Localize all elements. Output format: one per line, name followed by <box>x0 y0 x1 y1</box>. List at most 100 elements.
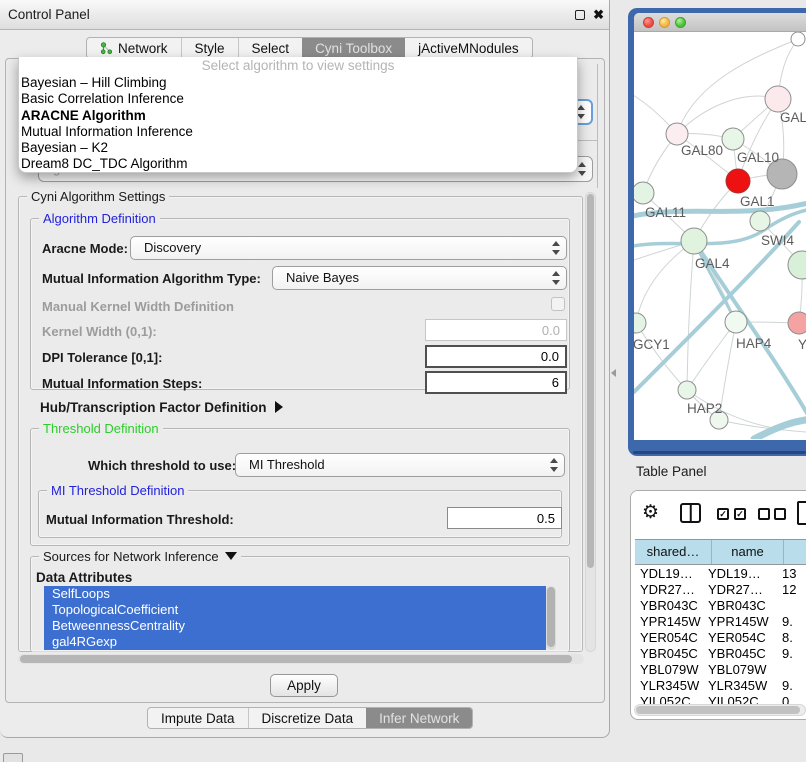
table-panel-title: Table Panel <box>636 464 707 479</box>
cell-shared: YDR27… <box>635 582 708 598</box>
combo-stepper-icon <box>578 162 587 176</box>
table-row[interactable]: YER054CYER054C8. <box>635 630 806 646</box>
node-gcy1[interactable] <box>634 313 646 333</box>
tab-style-label: Style <box>195 41 225 56</box>
manual-kernel-width-checkbox[interactable] <box>551 297 565 311</box>
gear-icon[interactable]: ⚙ <box>642 502 659 524</box>
network-window-titlebar[interactable] <box>634 13 806 32</box>
cell-name: YBL079W <box>708 662 782 678</box>
apply-button[interactable]: Apply <box>270 674 338 697</box>
label-gal10: GAL10 <box>737 150 779 165</box>
hub-tf-definition-expander[interactable]: Hub/Transcription Factor Definition <box>40 400 283 415</box>
hidden-group-border-fragment <box>597 64 598 188</box>
node-salmon[interactable] <box>788 312 806 334</box>
expand-right-icon <box>275 401 283 413</box>
tab-infer-network[interactable]: Infer Network <box>366 708 472 728</box>
node-hap2[interactable] <box>678 381 696 399</box>
scrollbar-thumb[interactable] <box>636 706 800 714</box>
select-all-checkbox-icon-2[interactable]: ✓ <box>734 508 746 520</box>
list-item-topologicalcoefficient[interactable]: TopologicalCoefficient <box>44 602 546 618</box>
close-icon[interactable]: ✖ <box>593 8 604 22</box>
cell-name: YPR145W <box>708 614 782 630</box>
dropdown-item-dream8[interactable]: Dream8 DC_TDC Algorithm <box>19 156 577 172</box>
node-hap4[interactable] <box>725 311 747 333</box>
cell-name: YDL19… <box>708 566 782 582</box>
sources-title[interactable]: Sources for Network Inference <box>39 549 241 564</box>
node-swi4[interactable] <box>750 211 770 231</box>
settings-vertical-scrollbar[interactable] <box>585 192 596 652</box>
tab-select[interactable]: Select <box>238 38 303 58</box>
cell-name: YLR345W <box>708 678 782 694</box>
tab-style[interactable]: Style <box>181 38 238 58</box>
list-item-gal4rgexp[interactable]: gal4RGexp <box>44 634 546 650</box>
kernel-width-input[interactable] <box>425 319 567 341</box>
table-horizontal-scrollbar[interactable] <box>634 704 806 716</box>
table-row[interactable]: YPR145WYPR145W9. <box>635 614 806 630</box>
settings-horizontal-scrollbar[interactable] <box>18 654 584 664</box>
list-item-selfloops[interactable]: SelfLoops <box>44 586 546 602</box>
float-window-icon[interactable] <box>575 10 585 20</box>
column-header-partial[interactable] <box>784 540 806 564</box>
mi-threshold-definition-title: MI Threshold Definition <box>47 483 188 498</box>
scrollbar-thumb[interactable] <box>547 587 555 647</box>
mi-algorithm-type-combo[interactable]: Naive Bayes <box>272 266 567 290</box>
dpi-tolerance-input[interactable] <box>425 345 567 368</box>
minimize-traffic-light-icon[interactable] <box>659 17 670 28</box>
tab-cyni-toolbox[interactable]: Cyni Toolbox <box>302 38 405 58</box>
table-row[interactable]: YBR043CYBR043C <box>635 598 806 614</box>
control-panel-window: Control Panel ✖ Network Style Select Cyn… <box>0 0 610 738</box>
sources-title-label: Sources for Network Inference <box>43 549 219 564</box>
aracne-mode-combo[interactable]: Discovery <box>130 236 567 260</box>
node-gal11[interactable] <box>634 182 654 204</box>
dropdown-item-basic-correlation[interactable]: Basic Correlation Inference <box>19 91 577 107</box>
tab-impute-data[interactable]: Impute Data <box>148 708 248 728</box>
node-gal1[interactable] <box>726 169 750 193</box>
node-top-partial[interactable] <box>791 32 805 46</box>
data-attributes-list: SelfLoops TopologicalCoefficient Between… <box>44 586 546 650</box>
columns-icon[interactable] <box>680 503 701 523</box>
dropdown-item-mutual-information[interactable]: Mutual Information Inference <box>19 124 577 140</box>
node-gal80[interactable] <box>666 123 688 145</box>
document-icon[interactable] <box>797 501 806 525</box>
data-attributes-label: Data Attributes <box>36 570 132 585</box>
table-row[interactable]: YDL19…YDL19…13 <box>635 566 806 582</box>
cell-value: 9. <box>782 614 806 630</box>
mi-threshold-input[interactable] <box>447 507 562 529</box>
list-item-betweennesscentrality[interactable]: BetweennessCentrality <box>44 618 546 634</box>
cell-value: 9. <box>782 678 806 694</box>
network-canvas[interactable]: GAL GAL80 GAL10 GAL1 GAL11 SWI4 GAL4 GCY… <box>634 32 806 439</box>
table-row[interactable]: YDR27…YDR27…12 <box>635 582 806 598</box>
node-gal2[interactable] <box>765 86 791 112</box>
dropdown-item-bayesian-k2[interactable]: Bayesian – K2 <box>19 140 577 156</box>
node-right-green[interactable] <box>788 251 806 279</box>
collapsed-panel-icon[interactable] <box>3 753 23 762</box>
network-icon <box>100 42 113 55</box>
which-threshold-value: MI Threshold <box>249 457 325 472</box>
deselect-checkbox-icon[interactable] <box>758 508 770 520</box>
scrollbar-thumb[interactable] <box>587 194 594 568</box>
node-gal4[interactable] <box>681 228 707 254</box>
node-gal10[interactable] <box>722 128 744 150</box>
column-header-shared-name[interactable]: shared… <box>635 540 712 564</box>
tab-jactivemnodules[interactable]: jActiveMNodules <box>405 38 532 58</box>
close-traffic-light-icon[interactable] <box>643 17 654 28</box>
mi-steps-input[interactable] <box>425 371 567 394</box>
which-threshold-combo[interactable]: MI Threshold <box>235 453 565 477</box>
table-row[interactable]: YBL079WYBL079W <box>635 662 806 678</box>
tab-discretize-data[interactable]: Discretize Data <box>248 708 367 728</box>
table-row[interactable]: YLR345WYLR345W9. <box>635 678 806 694</box>
mi-algorithm-type-value: Naive Bayes <box>286 270 359 285</box>
scrollbar-thumb[interactable] <box>20 655 572 663</box>
dropdown-item-aracne[interactable]: ARACNE Algorithm <box>19 108 577 124</box>
deselect-checkbox-icon-2[interactable] <box>774 508 786 520</box>
column-header-name[interactable]: name <box>712 540 784 564</box>
tab-network[interactable]: Network <box>87 38 181 58</box>
table-row[interactable]: YBR045CYBR045C9. <box>635 646 806 662</box>
label-gal4: GAL4 <box>695 256 730 271</box>
attributes-list-scrollbar[interactable] <box>546 586 556 650</box>
panel-divider-handle[interactable] <box>611 369 616 377</box>
select-all-checkbox-icon[interactable]: ✓ <box>717 508 729 520</box>
zoom-traffic-light-icon[interactable] <box>675 17 686 28</box>
label-gal80: GAL80 <box>681 143 723 158</box>
dropdown-item-bayesian-hill-climbing[interactable]: Bayesian – Hill Climbing <box>19 75 577 91</box>
